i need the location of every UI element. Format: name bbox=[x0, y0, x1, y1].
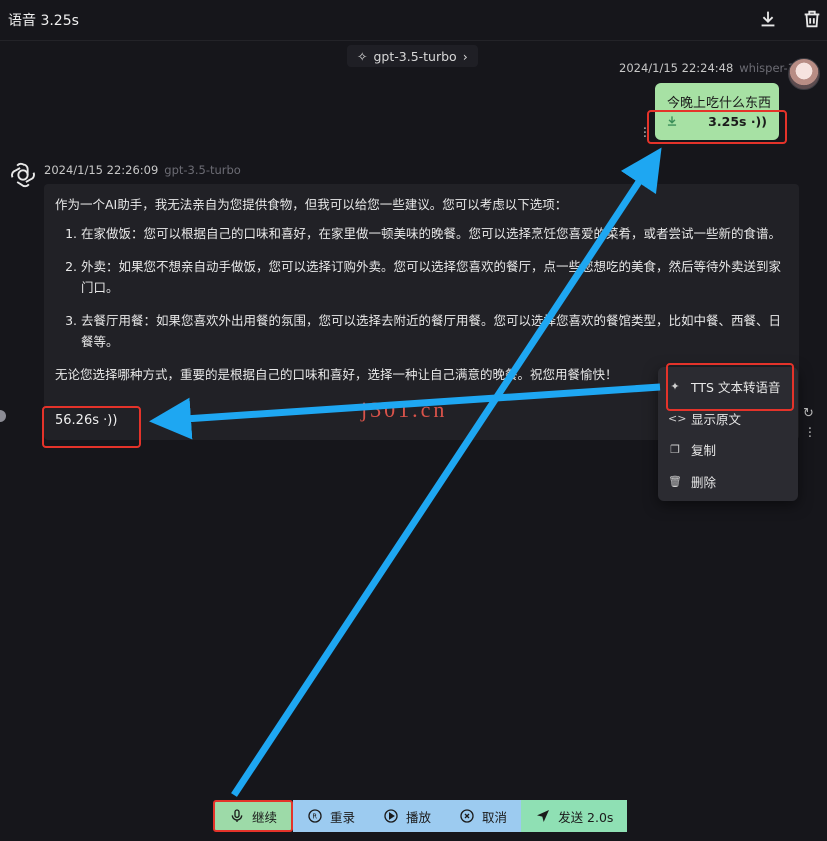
send-label: 发送 2.0s bbox=[558, 809, 614, 825]
bot-message-text: 作为一个AI助手，我无法亲自为您提供食物，但我可以给您一些建议。您可以考虑以下选… bbox=[55, 194, 790, 385]
user-message-timestamp: 2024/1/15 22:24:48 bbox=[619, 61, 734, 75]
user-message-model: whisper-1 bbox=[739, 61, 795, 75]
chevron-right-icon: › bbox=[462, 48, 468, 64]
page-title: 语音 3.25s bbox=[8, 13, 79, 29]
code-icon: <> bbox=[668, 411, 687, 425]
avatar bbox=[788, 58, 820, 90]
download-icon[interactable] bbox=[757, 8, 779, 30]
sparkle-icon: ✧ bbox=[357, 48, 368, 64]
bot-message-list: 在家做饭：您可以根据自己的口味和喜好，在家里做一顿美味的晚餐。您可以选择烹饪您喜… bbox=[55, 223, 790, 352]
bot-message-meta: 2024/1/15 22:26:09 gpt-3.5-turbo bbox=[44, 163, 241, 177]
list-item: 在家做饭：您可以根据自己的口味和喜好，在家里做一顿美味的晚餐。您可以选择烹饪您喜… bbox=[81, 223, 790, 244]
send-button[interactable]: 发送 2.0s bbox=[521, 800, 628, 832]
menu-item-label: 复制 bbox=[691, 442, 717, 458]
user-message-text: 今晚上吃什么东西 bbox=[667, 96, 772, 111]
refresh-icon[interactable]: ↻ bbox=[803, 406, 814, 421]
model-label: gpt-3.5-turbo bbox=[373, 48, 457, 64]
watermark: j301.cn bbox=[361, 397, 448, 422]
user-message-more-icon[interactable]: · · · bbox=[642, 123, 648, 144]
cancel-button[interactable]: 取消 bbox=[445, 800, 522, 832]
trash-icon: 🗑 bbox=[668, 474, 682, 488]
svg-text:R: R bbox=[312, 813, 317, 821]
user-message-meta: 2024/1/15 22:24:48 whisper-1 bbox=[619, 61, 795, 75]
menu-item-copy[interactable]: ❐ 复制 bbox=[658, 434, 798, 464]
copy-icon: ❐ bbox=[670, 442, 680, 456]
list-item: 去餐厅用餐：如果您喜欢外出用餐的氛围，您可以选择去附近的餐厅用餐。您可以选择您喜… bbox=[81, 310, 790, 352]
bot-message-intro: 作为一个AI助手，我无法亲自为您提供食物，但我可以给您一些建议。您可以考虑以下选… bbox=[55, 197, 568, 212]
bot-message-timestamp: 2024/1/15 22:26:09 bbox=[44, 163, 159, 177]
play-icon bbox=[384, 809, 398, 823]
continue-label: 继续 bbox=[252, 809, 278, 825]
annotation-box-tts bbox=[666, 363, 794, 411]
model-selector[interactable]: ✧ gpt-3.5-turbo › bbox=[347, 45, 478, 67]
play-label: 播放 bbox=[406, 809, 432, 825]
trash-icon[interactable] bbox=[801, 8, 823, 30]
microphone-icon bbox=[231, 809, 243, 822]
rerecord-button[interactable]: R 重录 bbox=[293, 800, 370, 832]
menu-item-label: 显示原文 bbox=[691, 411, 742, 427]
cancel-label: 取消 bbox=[482, 809, 508, 825]
voice-control-bar: 继续 R 重录 播放 取消 发送 2.0s bbox=[213, 800, 628, 832]
rerecord-icon: R bbox=[308, 809, 322, 823]
annotation-box-user-audio bbox=[647, 110, 787, 144]
rerecord-label: 重录 bbox=[330, 809, 356, 825]
continue-button[interactable]: 继续 bbox=[213, 800, 294, 832]
openai-logo-icon bbox=[9, 161, 37, 189]
play-button[interactable]: 播放 bbox=[369, 800, 446, 832]
bot-message-more-icon[interactable]: · · · bbox=[807, 423, 813, 444]
list-item: 外卖：如果您不想亲自动手做饭，您可以选择订购外卖。您可以选择您喜欢的餐厅，点一些… bbox=[81, 256, 790, 298]
cancel-icon bbox=[460, 809, 474, 823]
top-bar bbox=[0, 0, 827, 41]
scroll-handle[interactable] bbox=[0, 410, 6, 422]
menu-item-delete[interactable]: 🗑 删除 bbox=[658, 466, 798, 496]
menu-item-label: 删除 bbox=[691, 474, 717, 490]
send-icon bbox=[537, 810, 550, 822]
bot-message-model: gpt-3.5-turbo bbox=[164, 163, 241, 177]
annotation-box-bot-audio bbox=[42, 406, 141, 448]
